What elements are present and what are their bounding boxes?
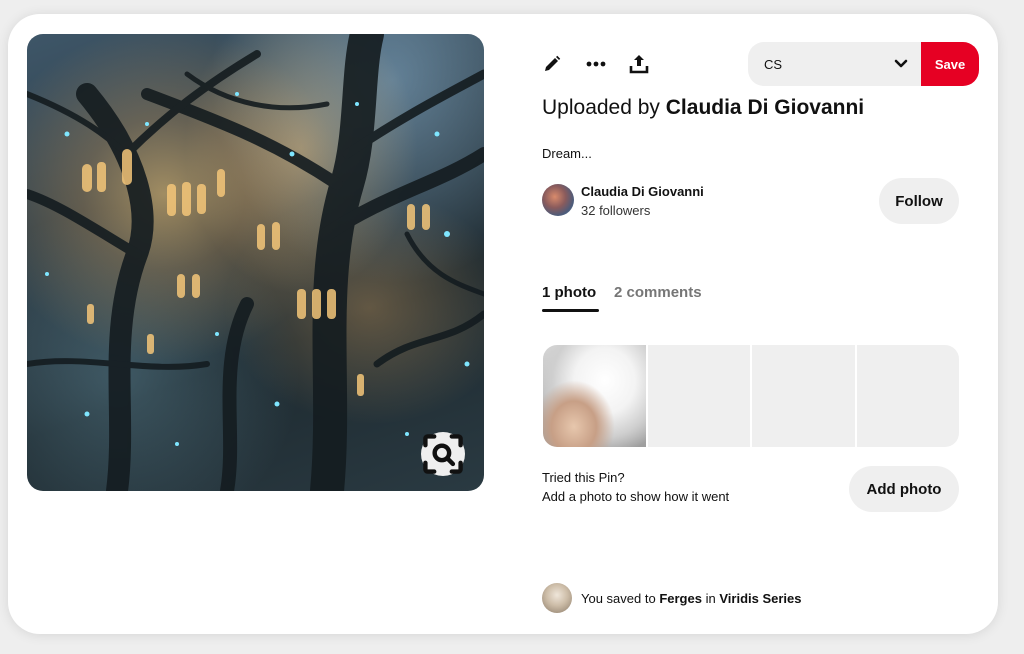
- tried-question: Tried this Pin?: [542, 470, 625, 485]
- tried-photo-thumbnail[interactable]: [543, 345, 646, 447]
- page-title: Uploaded by Claudia Di Giovanni: [542, 96, 864, 120]
- pencil-icon: [545, 55, 561, 71]
- pin-toolbar: CS Save: [538, 42, 980, 86]
- empty-photo-slot: [647, 345, 750, 447]
- pin-description: Dream...: [542, 146, 592, 161]
- share-button[interactable]: [621, 42, 657, 86]
- share-upload-icon: [629, 55, 649, 74]
- tried-this-pin: Tried this Pin? Add a photo to show how …: [542, 468, 729, 506]
- saved-prefix: You saved to: [581, 591, 656, 606]
- add-photo-button[interactable]: Add photo: [849, 466, 959, 512]
- save-button[interactable]: Save: [921, 42, 979, 86]
- follow-button[interactable]: Follow: [879, 178, 959, 224]
- ellipsis-icon: [586, 61, 606, 67]
- saved-board-link[interactable]: Viridis Series: [719, 591, 801, 606]
- active-tab-indicator: [542, 309, 599, 312]
- creator-name[interactable]: Claudia Di Giovanni: [581, 184, 704, 199]
- creator-avatar[interactable]: [542, 184, 574, 216]
- title-uploader[interactable]: Claudia Di Giovanni: [666, 96, 864, 119]
- edit-button[interactable]: [534, 42, 570, 86]
- saved-user-link[interactable]: Ferges: [659, 591, 702, 606]
- empty-photo-slot: [752, 345, 855, 447]
- tried-photos-strip: [543, 345, 959, 447]
- tab-comments[interactable]: 2 comments: [614, 284, 702, 301]
- tab-photos[interactable]: 1 photo: [542, 284, 596, 301]
- saved-connector: in: [705, 591, 716, 606]
- board-select-dropdown[interactable]: CS: [748, 42, 922, 86]
- empty-photo-slot: [856, 345, 959, 447]
- saver-avatar[interactable]: [542, 583, 572, 613]
- pin-closeup-card: CS Save Uploaded by Claudia Di Giovanni …: [8, 14, 998, 634]
- creator-followers: 32 followers: [581, 203, 651, 218]
- more-options-button[interactable]: [578, 42, 614, 86]
- title-prefix: Uploaded by: [542, 96, 660, 119]
- tried-prompt: Add a photo to show how it went: [542, 489, 730, 504]
- visual-search-button[interactable]: [421, 432, 465, 476]
- chevron-down-icon: [894, 59, 908, 68]
- pin-image-art: [27, 34, 484, 491]
- board-select-value: CS: [764, 56, 783, 72]
- saved-to-board: You saved to Ferges in Viridis Series: [542, 583, 962, 613]
- pin-image[interactable]: [27, 34, 484, 491]
- visual-search-icon: [423, 434, 463, 474]
- saved-text: You saved to Ferges in Viridis Series: [581, 591, 802, 606]
